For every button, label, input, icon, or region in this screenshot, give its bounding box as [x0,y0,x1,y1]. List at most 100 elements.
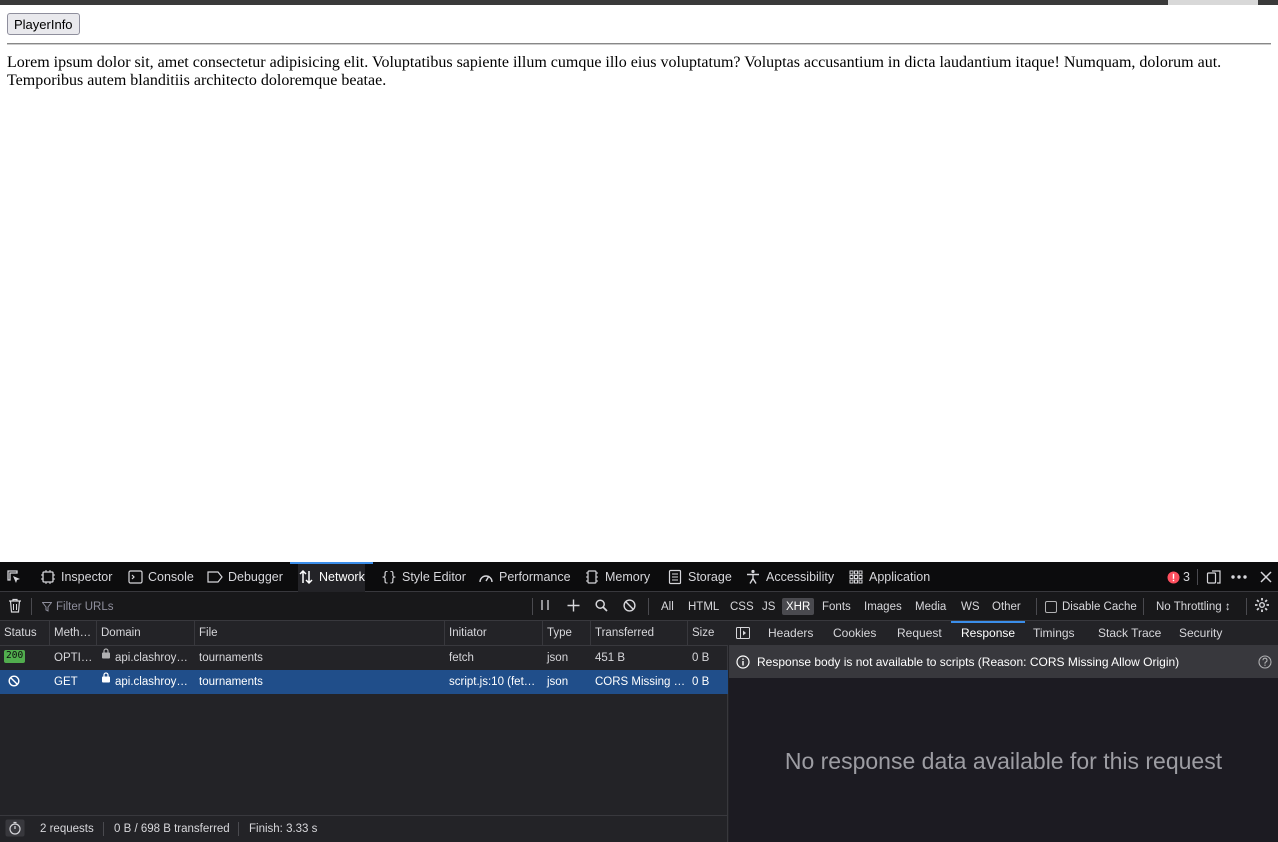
application-icon [848,569,864,585]
tab-console[interactable]: Console [127,562,194,592]
more-icon [1231,569,1247,585]
network-settings-button[interactable] [1254,592,1270,621]
performance-analysis-button[interactable] [5,816,25,842]
storage-icon [667,569,683,585]
tab-performance[interactable]: Performance [478,562,571,592]
row-type: json [547,652,569,664]
filter-ws[interactable]: WS [961,592,980,621]
close-icon [1258,569,1274,585]
pause-button[interactable] [540,592,550,621]
row-status [6,670,50,694]
tab-request[interactable]: Request [897,621,942,646]
col-size[interactable]: Size [688,621,728,646]
debugger-icon [207,569,223,585]
lock-icon [101,646,111,668]
tab-application[interactable]: Application [848,562,930,592]
help-icon[interactable] [1258,655,1272,669]
empty-response-message: No response data available for this requ… [784,748,1223,774]
gear-icon [1254,597,1270,616]
tab-response[interactable]: Response [950,621,1026,646]
add-request-button[interactable] [567,592,580,621]
tab-security[interactable]: Security [1179,621,1222,646]
tab-accessibility-label: Accessibility [766,570,835,584]
tab-timings[interactable]: Timings [1033,621,1075,646]
tab-application-label: Application [869,570,931,584]
error-count-button[interactable]: 3 [1165,562,1190,592]
filter-media[interactable]: Media [915,592,946,621]
request-count: 2 requests [40,823,94,835]
close-devtools-button[interactable] [1258,562,1278,592]
row-initiator: script.js:10 (fet… [449,676,536,688]
clear-button[interactable] [8,592,22,621]
filter-images[interactable]: Images [864,592,902,621]
row-transferred: 451 B [595,652,626,664]
filter-all[interactable]: All [661,592,674,621]
more-options-button[interactable] [1231,562,1252,592]
row-size: 0 B [692,676,710,688]
memory-icon [584,569,600,585]
block-requests-button[interactable] [623,592,636,621]
tab-network[interactable]: Network [290,562,373,592]
plus-icon [567,599,580,615]
row-domain: api.clashroy… [97,646,195,670]
tab-inspector[interactable]: Inspector [40,562,112,592]
col-transferred[interactable]: Transferred [591,621,688,646]
transferred-summary: 0 B / 698 B transferred [114,823,230,835]
col-type[interactable]: Type [543,621,591,646]
tab-storage-label: Storage [688,570,732,584]
cors-notice-text: Response body is not available to script… [757,655,1180,669]
filter-html[interactable]: HTML [688,592,719,621]
performance-icon [478,569,494,585]
row-status: 200 [0,646,50,670]
devtools-panel: Inspector Console Debugger Network {} St… [0,562,1278,842]
col-status[interactable]: Status [0,621,50,646]
page-top-strip [0,0,1278,5]
element-picker-button[interactable] [6,562,27,592]
tab-headers[interactable]: Headers [768,621,813,646]
tab-accessibility[interactable]: Accessibility [745,562,834,592]
row-file: tournaments [199,676,263,688]
tab-storage[interactable]: Storage [667,562,732,592]
network-toolbar: All HTML CSS JS XHR Fonts Images Media W… [0,592,1278,621]
finish-time: Finish: 3.33 s [249,823,318,835]
row-transferred: CORS Missing … [595,676,686,688]
row-domain-text: api.clashroy… [115,676,188,688]
inspector-icon [40,569,56,585]
col-domain[interactable]: Domain [97,621,195,646]
web-page: PlayerInfo Lorem ipsum dolor sit, amet c… [0,0,1278,562]
col-method[interactable]: Meth… [50,621,97,646]
toggle-sidebar-button[interactable] [736,621,750,646]
horizontal-rule [7,43,1271,45]
error-count: 3 [1183,570,1190,584]
filter-fonts[interactable]: Fonts [822,592,851,621]
tab-debugger[interactable]: Debugger [207,562,283,592]
filter-js[interactable]: JS [762,592,775,621]
tab-stack-trace[interactable]: Stack Trace [1098,621,1161,646]
request-row-selected[interactable]: GET api.clashroy… tournaments script.js:… [0,670,728,694]
row-domain: api.clashroy… [97,670,195,694]
filter-urls-input[interactable] [40,597,530,616]
player-info-button[interactable]: PlayerInfo [7,13,80,35]
tab-memory[interactable]: Memory [584,562,650,592]
request-row[interactable]: 200 OPTI… api.clashroy… tournaments fetc… [0,646,728,670]
responsive-design-button[interactable] [1206,562,1227,592]
tab-style-editor[interactable]: {} Style Editor [381,562,466,592]
throttling-select[interactable]: No Throttling ↕ [1156,592,1231,621]
stopwatch-icon [5,819,25,837]
row-type: json [547,676,569,688]
disable-cache-toggle[interactable]: Disable Cache [1045,592,1137,621]
lock-icon [101,670,111,692]
disable-cache-checkbox[interactable] [1045,600,1057,613]
row-method: OPTI… [54,652,93,664]
col-file[interactable]: File [195,621,445,646]
tab-console-label: Console [148,570,194,584]
search-button[interactable] [595,592,608,621]
request-list: Status Meth… Domain File Initiator Type … [0,621,728,815]
sidebar-toggle-icon [736,626,750,640]
filter-css[interactable]: CSS [730,592,754,621]
filter-xhr[interactable]: XHR [782,598,815,615]
tab-debugger-label: Debugger [228,570,283,584]
filter-other[interactable]: Other [992,592,1021,621]
col-initiator[interactable]: Initiator [445,621,543,646]
tab-cookies[interactable]: Cookies [833,621,876,646]
